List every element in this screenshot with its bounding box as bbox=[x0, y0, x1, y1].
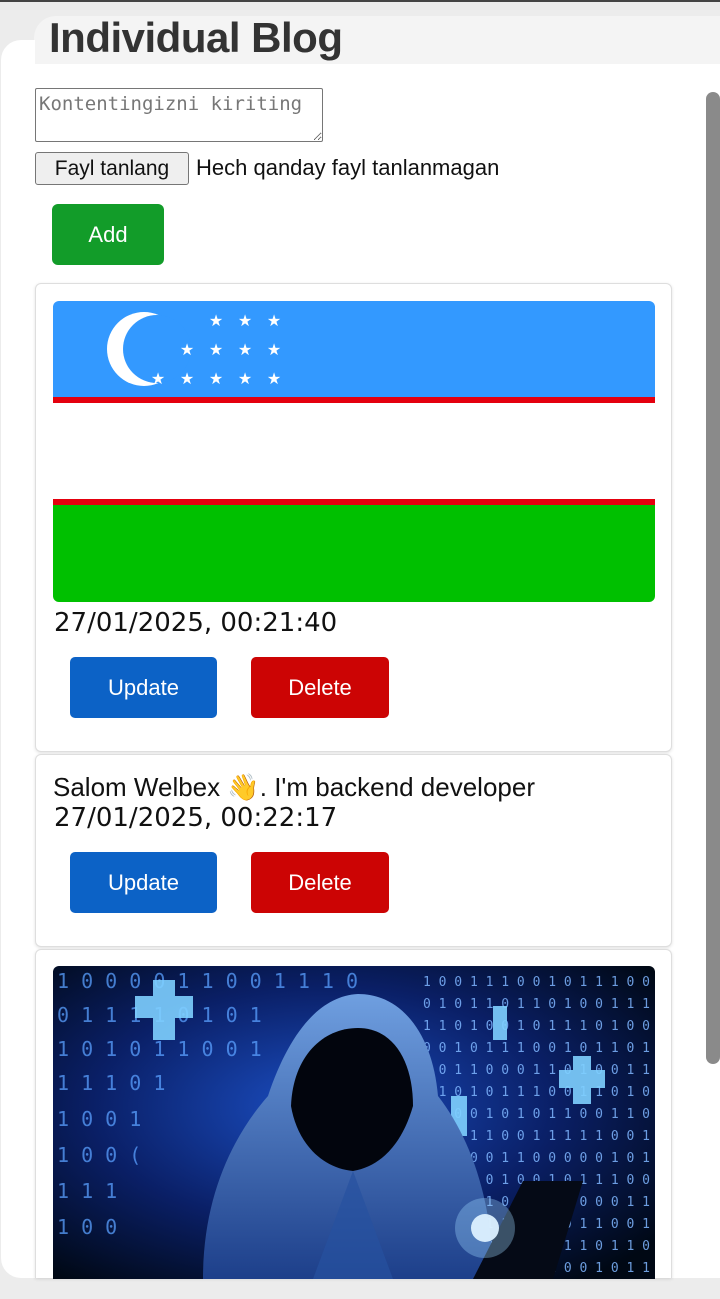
waving-hand-icon: 👋 bbox=[227, 773, 260, 803]
delete-button[interactable]: Delete bbox=[251, 657, 389, 718]
svg-text:★: ★ bbox=[238, 311, 252, 330]
svg-text:0 0 1 0 1 1 1 0 0 1 0 1 1 0 1: 0 0 1 0 1 1 1 0 0 1 0 1 1 0 1 0 0 1 bbox=[423, 1041, 655, 1056]
add-button[interactable]: Add bbox=[52, 204, 164, 265]
svg-text:1 0 0 (: 1 0 0 ( bbox=[57, 1143, 141, 1167]
update-button[interactable]: Update bbox=[70, 657, 217, 718]
page-title: Individual Blog bbox=[49, 14, 343, 61]
svg-text:★: ★ bbox=[209, 311, 223, 330]
svg-text:★: ★ bbox=[238, 340, 252, 359]
svg-text:1 1 1 0 1: 1 1 1 0 1 bbox=[57, 1071, 165, 1095]
delete-button[interactable]: Delete bbox=[251, 852, 389, 913]
svg-text:★: ★ bbox=[180, 340, 194, 359]
svg-text:★: ★ bbox=[267, 311, 281, 330]
svg-text:★: ★ bbox=[180, 369, 194, 388]
svg-text:1 0 0 1 1 1 0 0 1 0 1 1 1 0 0: 1 0 0 1 1 1 0 0 1 0 1 1 1 0 0 1 0 1 bbox=[423, 975, 655, 990]
svg-text:★: ★ bbox=[267, 340, 281, 359]
post-text-start: Salom Welbex bbox=[53, 772, 228, 802]
uzbekistan-flag-image: ★ ★ ★ ★ ★ ★ ★ ★ ★ ★ ★ ★ bbox=[53, 301, 655, 602]
svg-text:1 0 0: 1 0 0 bbox=[57, 1215, 117, 1239]
svg-text:★: ★ bbox=[238, 369, 252, 388]
post-image-hacker: 1 0 0 0 0 1 1 0 0 1 1 1 0 0 1 1 1 1 0 1 … bbox=[53, 966, 655, 1279]
svg-text:1 0 0 0 0 1 1 0 0 1 1 1 0: 1 0 0 0 0 1 1 0 0 1 1 1 0 bbox=[57, 969, 358, 993]
hacker-binary-image: 1 0 0 0 0 1 1 0 0 1 1 1 0 0 1 1 1 1 0 1 … bbox=[53, 966, 655, 1279]
svg-text:★: ★ bbox=[209, 340, 223, 359]
content-input[interactable] bbox=[35, 88, 323, 142]
svg-text:1 0 0 1: 1 0 0 1 bbox=[57, 1107, 141, 1131]
post-text: Salom Welbex 👋. I'm backend developer bbox=[53, 772, 535, 803]
scrollbar[interactable] bbox=[706, 92, 720, 1064]
file-status-text: Hech qanday fayl tanlanmagan bbox=[196, 155, 500, 180]
svg-text:1 0 1 1 0 0 0 1 1 0 1 0 0 1 1: 1 0 1 1 0 0 0 1 1 0 1 0 0 1 1 1 0 1 bbox=[423, 1063, 655, 1078]
post-card: ★ ★ ★ ★ ★ ★ ★ ★ ★ ★ ★ ★ 27/01/2025, 00:21:40 Upda… bbox=[35, 283, 672, 752]
svg-text:0 1 0 1 1 0 1 1 0 1 0 0 1 1 1: 0 1 0 1 1 0 1 1 0 1 0 0 1 1 1 0 1 0 bbox=[423, 997, 655, 1012]
svg-text:1 1 1: 1 1 1 bbox=[57, 1179, 117, 1203]
post-card: Salom Welbex 👋. I'm backend developer 27… bbox=[35, 754, 672, 947]
update-button[interactable]: Update bbox=[70, 852, 217, 913]
choose-file-button[interactable]: Fayl tanlang bbox=[35, 152, 189, 185]
post-card: 1 0 0 0 0 1 1 0 0 1 1 1 0 0 1 1 1 1 0 1 … bbox=[35, 949, 672, 1279]
svg-text:1 1 0 1 0 0 1 0 1 1 1 0 1 0 0: 1 1 0 1 0 0 1 0 1 1 1 0 1 0 0 1 1 1 bbox=[423, 1019, 655, 1034]
post-timestamp: 27/01/2025, 00:22:17 bbox=[54, 803, 338, 833]
svg-text:1 0 1 0 1 1 0 0 1: 1 0 1 0 1 1 0 0 1 bbox=[57, 1037, 262, 1061]
svg-text:★: ★ bbox=[209, 369, 223, 388]
post-text-end: . I'm backend developer bbox=[259, 772, 535, 802]
svg-text:★: ★ bbox=[151, 369, 165, 388]
svg-text:★: ★ bbox=[267, 369, 281, 388]
post-timestamp: 27/01/2025, 00:21:40 bbox=[54, 608, 338, 638]
post-image-uzbekistan-flag: ★ ★ ★ ★ ★ ★ ★ ★ ★ ★ ★ ★ bbox=[53, 301, 655, 602]
window-top-border bbox=[0, 0, 720, 2]
